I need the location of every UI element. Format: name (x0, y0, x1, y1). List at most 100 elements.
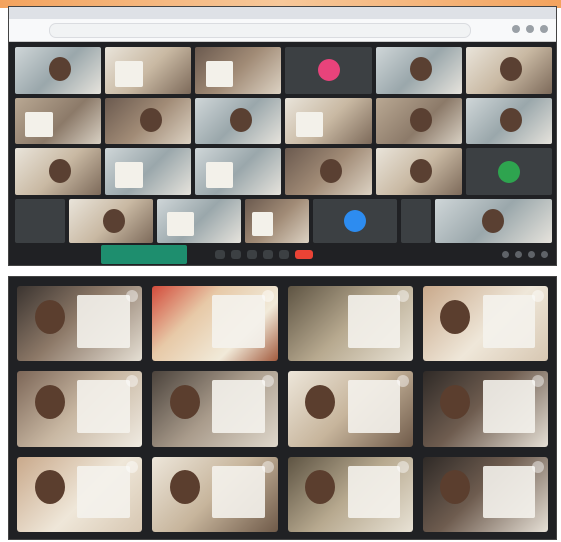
participant-tile-empty (400, 199, 431, 243)
participant-face (169, 470, 200, 505)
participant-tile[interactable] (285, 97, 372, 145)
participant-face (440, 299, 471, 334)
participant-tile[interactable] (287, 371, 413, 447)
options-icon[interactable] (261, 290, 274, 302)
participant-tile[interactable] (105, 148, 192, 195)
present-icon[interactable] (263, 250, 273, 259)
participant-tile-empty (15, 199, 65, 243)
drawing-paper (347, 465, 401, 519)
url-field[interactable] (49, 23, 471, 38)
participant-tile[interactable] (465, 47, 552, 94)
participant-tile[interactable] (375, 97, 462, 145)
participant-face (34, 470, 65, 505)
participant-tile[interactable] (152, 456, 278, 532)
participant-face (319, 158, 342, 183)
participant-tile[interactable] (152, 286, 278, 362)
participant-tile[interactable] (156, 199, 241, 243)
avatar (343, 210, 366, 232)
profile-icon[interactable] (526, 25, 534, 33)
options-icon[interactable] (532, 460, 544, 473)
participant-face (34, 299, 65, 334)
participant-tile[interactable] (17, 286, 143, 362)
participant-tile[interactable] (287, 456, 413, 532)
participant-face (410, 57, 433, 82)
more-icon[interactable] (279, 250, 289, 259)
avatar (497, 160, 520, 183)
people-icon[interactable] (515, 251, 522, 258)
options-icon[interactable] (532, 375, 544, 388)
participant-tile[interactable] (17, 456, 143, 532)
participant-face (229, 107, 252, 132)
drawing-paper (205, 60, 234, 87)
drawing-paper (166, 212, 194, 237)
participant-face (440, 384, 471, 419)
participant-tile[interactable] (195, 148, 282, 195)
participant-face (49, 158, 72, 183)
options-icon[interactable] (396, 375, 409, 388)
participant-face (500, 57, 523, 82)
participant-tile[interactable] (195, 97, 282, 145)
participant-face (305, 384, 336, 419)
participant-tile[interactable] (69, 199, 153, 243)
call-controls (215, 250, 313, 259)
drawing-paper (252, 212, 273, 237)
meet-control-bar (9, 245, 556, 265)
camera-icon[interactable] (231, 250, 241, 259)
participant-tile[interactable] (312, 199, 397, 243)
drawing-paper (482, 380, 536, 434)
participant-tile[interactable] (152, 371, 278, 447)
participant-tile[interactable] (15, 47, 102, 94)
participant-tile[interactable] (244, 199, 309, 243)
participant-tile[interactable] (285, 47, 372, 94)
participant-tile[interactable] (422, 286, 548, 362)
drawing-paper (77, 465, 130, 519)
drawing-paper (212, 295, 265, 348)
captions-icon[interactable] (247, 250, 257, 259)
meet-screenshot-bottom (8, 276, 557, 540)
participant-tile[interactable] (375, 148, 462, 195)
presenting-button[interactable] (101, 245, 187, 264)
participant-tile[interactable] (17, 371, 143, 447)
extension-icon[interactable] (512, 25, 520, 33)
drawing-paper (347, 295, 401, 348)
options-icon[interactable] (126, 290, 139, 302)
options-icon[interactable] (396, 460, 409, 473)
participant-tile[interactable] (465, 148, 552, 195)
participant-tile[interactable] (434, 199, 552, 243)
options-icon[interactable] (261, 460, 274, 473)
menu-icon[interactable] (540, 25, 548, 33)
options-icon[interactable] (261, 375, 274, 388)
participant-tile[interactable] (465, 97, 552, 145)
side-panel-controls (502, 251, 548, 258)
info-icon[interactable] (502, 251, 509, 258)
participant-tile[interactable] (15, 148, 102, 195)
activities-icon[interactable] (541, 251, 548, 258)
participant-tile[interactable] (285, 148, 372, 195)
participant-tile[interactable] (422, 371, 548, 447)
options-icon[interactable] (396, 290, 409, 302)
participant-grid-top (15, 47, 552, 195)
participant-tile[interactable] (15, 97, 102, 145)
participant-tile[interactable] (287, 286, 413, 362)
drawing-paper (482, 465, 536, 519)
drawing-paper (205, 162, 234, 188)
participant-face (169, 384, 200, 419)
drawing-paper (295, 111, 324, 138)
end-call-icon[interactable] (295, 250, 313, 259)
drawing-paper (115, 60, 144, 87)
participant-tile[interactable] (375, 47, 462, 94)
chat-icon[interactable] (528, 251, 535, 258)
participant-tile[interactable] (105, 97, 192, 145)
drawing-paper (212, 380, 265, 434)
meet-screenshot-top (8, 6, 557, 266)
options-icon[interactable] (126, 375, 139, 388)
participant-tile[interactable] (195, 47, 282, 94)
browser-toolbar-icons (512, 25, 548, 33)
options-icon[interactable] (532, 290, 544, 302)
participant-tile[interactable] (422, 456, 548, 532)
participant-tile[interactable] (105, 47, 192, 94)
mic-icon[interactable] (215, 250, 225, 259)
participant-grid-bottom (17, 286, 548, 532)
options-icon[interactable] (126, 460, 139, 473)
browser-tab-bar (9, 7, 556, 19)
